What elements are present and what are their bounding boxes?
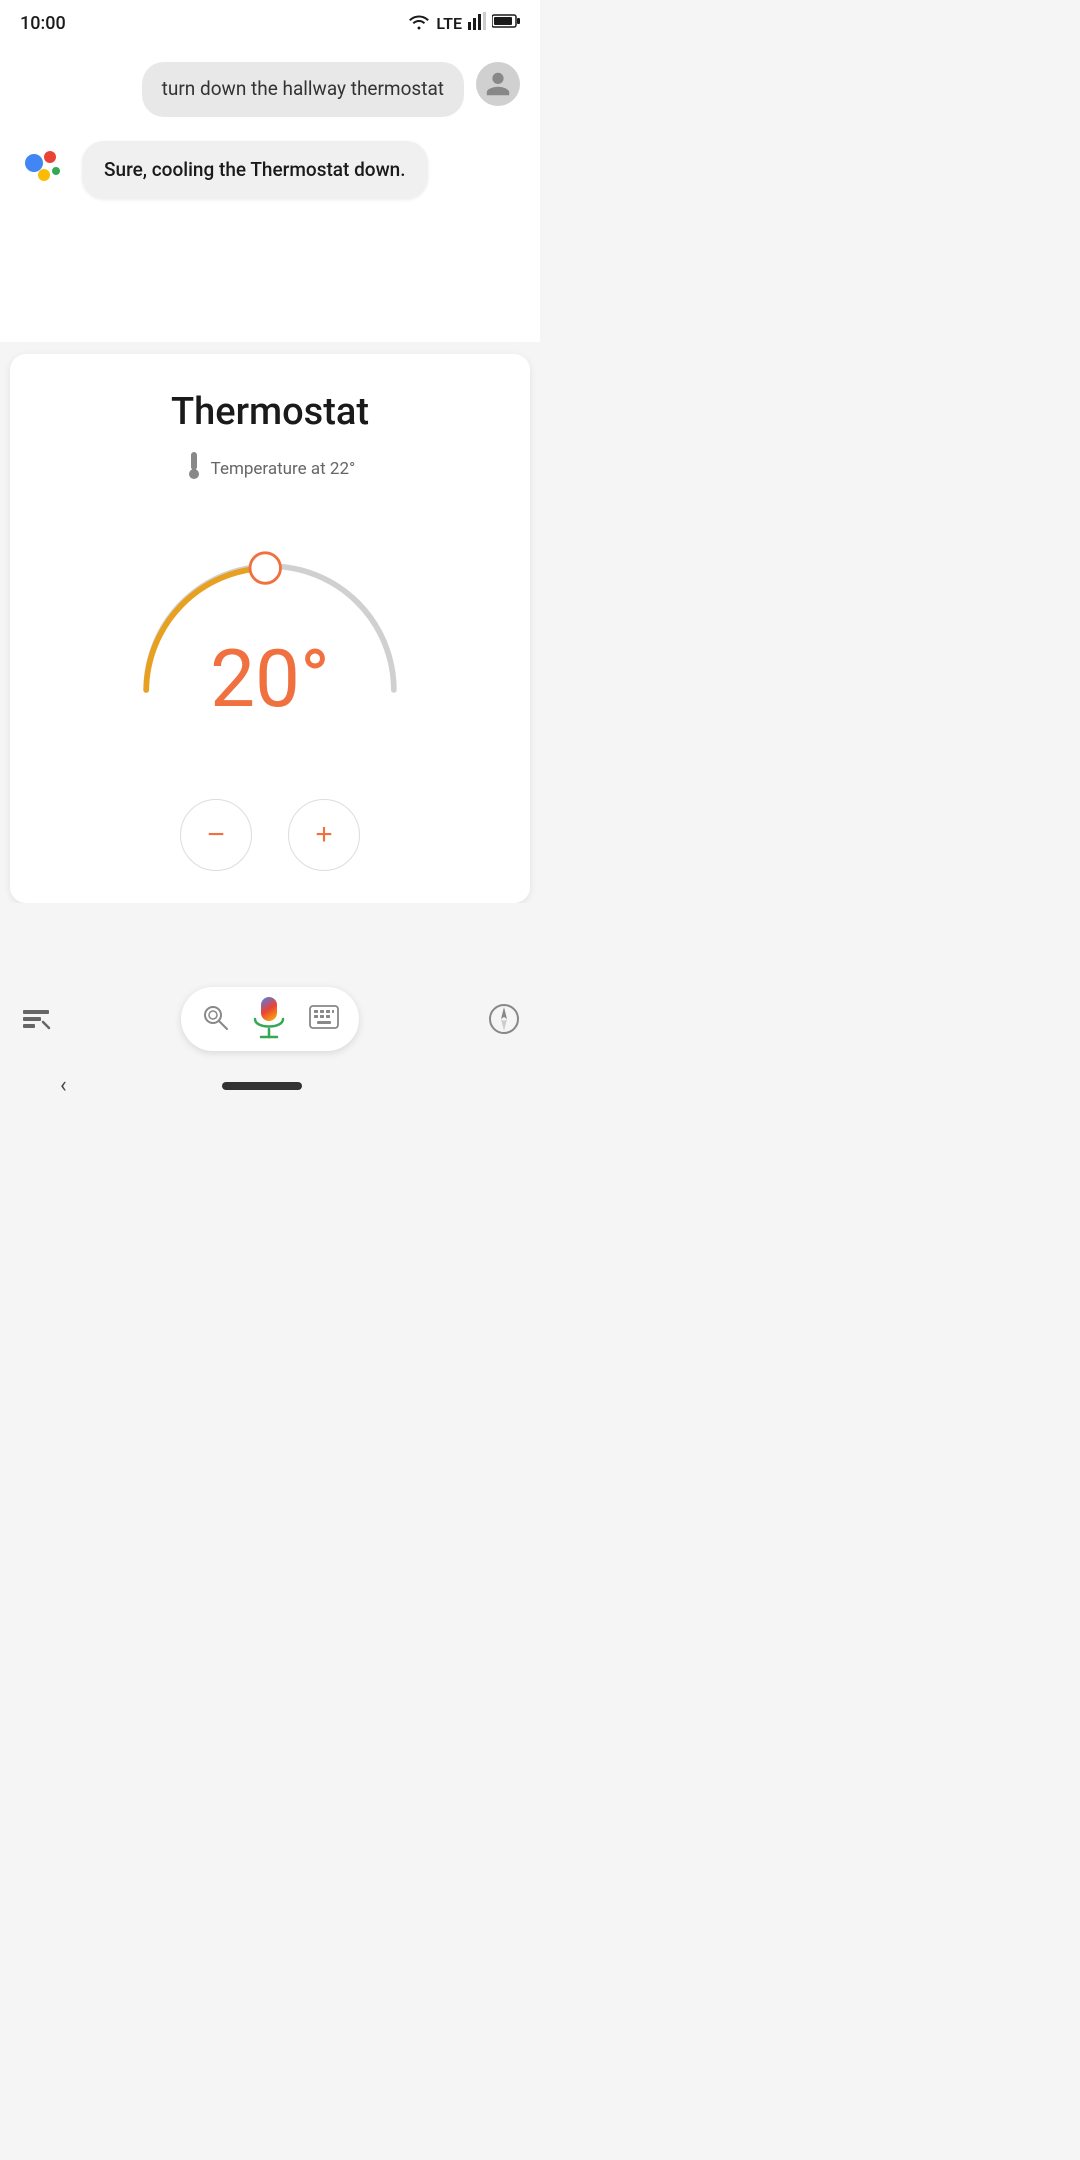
thermostat-title: Thermostat <box>30 390 510 434</box>
keyboard-button[interactable] <box>309 1005 339 1033</box>
assistant-history-button[interactable] <box>10 993 62 1045</box>
mic-bar <box>181 987 359 1051</box>
decrease-button[interactable]: − <box>180 799 252 871</box>
back-button[interactable]: ‹ <box>60 1073 67 1098</box>
assistant-bubble: Sure, cooling the Thermostat down. <box>82 141 428 200</box>
user-bubble: turn down the hallway thermostat <box>142 62 464 117</box>
lens-icon-button[interactable] <box>201 1003 229 1035</box>
increase-button[interactable]: + <box>288 799 360 871</box>
user-avatar <box>476 62 520 106</box>
compass-icon <box>488 1003 520 1035</box>
status-bar: 10:00 LTE <box>0 0 540 42</box>
user-message-row: turn down the hallway thermostat <box>20 62 520 117</box>
bottom-nav <box>0 967 540 1061</box>
thermostat-card: Thermostat Temperature at 22° 20° − <box>10 354 530 903</box>
temp-label-row: Temperature at 22° <box>30 452 510 485</box>
status-icons: LTE <box>408 12 520 34</box>
home-pill[interactable] <box>222 1082 302 1090</box>
signal-icon <box>468 12 486 34</box>
controls-row: − + <box>30 799 510 871</box>
google-assistant-icon <box>20 143 70 193</box>
chat-area: turn down the hallway thermostat Sure, c… <box>0 42 540 342</box>
android-nav: ‹ <box>0 1061 540 1114</box>
temperature-label: Temperature at 22° <box>211 459 356 479</box>
temperature-display: 20° <box>210 639 330 719</box>
status-time: 10:00 <box>20 13 66 34</box>
assistant-row: Sure, cooling the Thermostat down. <box>20 141 520 200</box>
history-icon <box>21 1004 51 1034</box>
lte-label: LTE <box>436 14 462 33</box>
wifi-icon <box>408 12 430 34</box>
battery-icon <box>492 13 520 33</box>
thermometer-icon <box>185 452 203 485</box>
compass-button[interactable] <box>478 993 530 1045</box>
dial-container: 20° <box>110 509 430 709</box>
microphone-button[interactable] <box>247 997 291 1041</box>
